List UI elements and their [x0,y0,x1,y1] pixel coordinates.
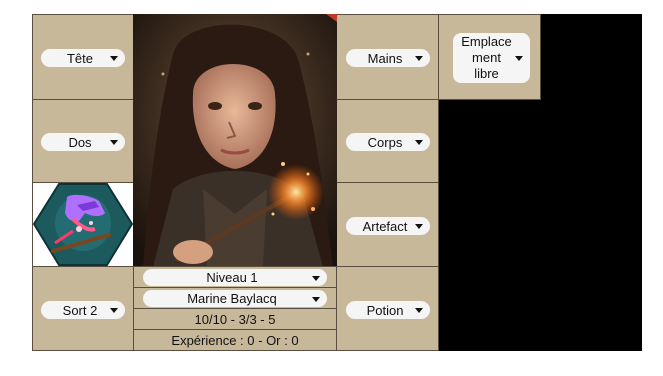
hands-select-label: Mains [367,50,403,66]
slot-potion-cell: Potion [336,266,439,351]
hands-select[interactable]: Mains [346,49,430,67]
level-row: Niveau 1 [133,266,337,288]
chevron-down-icon [415,140,423,145]
chevron-down-icon [415,56,423,61]
slot-free-cell: Emplace ment libre [438,14,541,100]
potion-select-label: Potion [366,302,404,318]
chevron-down-icon [110,56,118,61]
experience-row: Expérience : 0 - Or : 0 [133,329,337,351]
chevron-down-icon [515,56,523,61]
chevron-down-icon [415,308,423,313]
portrait-image [133,14,337,267]
spell2-select[interactable]: Sort 2 [41,301,125,319]
chevron-down-icon [110,140,118,145]
body-select[interactable]: Corps [346,133,430,151]
character-name-select[interactable]: Marine Baylacq [143,290,327,307]
potion-select[interactable]: Potion [346,301,430,319]
free-slot-label-1: Emplace [461,34,512,49]
free-slot-label-3: libre [474,66,499,81]
spell1-cell [32,182,134,267]
stats-row: 10/10 - 3/3 - 5 [133,308,337,330]
chevron-down-icon [415,224,423,229]
head-select-label: Tête [66,50,93,66]
character-stats: 10/10 - 3/3 - 5 [194,311,276,327]
body-select-label: Corps [367,134,403,150]
slot-head-cell: Tête [32,14,134,100]
slot-body-cell: Corps [336,99,439,183]
character-name: Marine Baylacq [187,291,277,306]
spell2-select-label: Sort 2 [62,302,98,318]
artifact-select[interactable]: Artefact [346,217,430,235]
chevron-down-icon [312,275,320,281]
back-select-label: Dos [68,134,92,150]
experience-gold-text: Expérience : 0 - Or : 0 [171,332,299,348]
artifact-select-label: Artefact [362,218,408,234]
level-select[interactable]: Niveau 1 [143,269,327,286]
empty-area-lower-right [438,99,642,351]
chevron-down-icon [312,296,320,302]
name-row: Marine Baylacq [133,287,337,309]
slot-back-cell: Dos [32,99,134,183]
character-portrait [133,14,337,267]
spell2-cell: Sort 2 [32,266,134,351]
spell1-icon[interactable] [33,183,133,266]
chevron-down-icon [110,308,118,313]
slot-hands-cell: Mains [336,14,439,100]
level-label: Niveau 1 [206,270,258,285]
free-slot-select[interactable]: Emplace ment libre [453,33,530,83]
slot-artifact-cell: Artefact [336,182,439,267]
empty-area-right [540,14,642,100]
head-select[interactable]: Tête [41,49,125,67]
back-select[interactable]: Dos [41,133,125,151]
free-slot-label-2: ment [472,50,501,65]
